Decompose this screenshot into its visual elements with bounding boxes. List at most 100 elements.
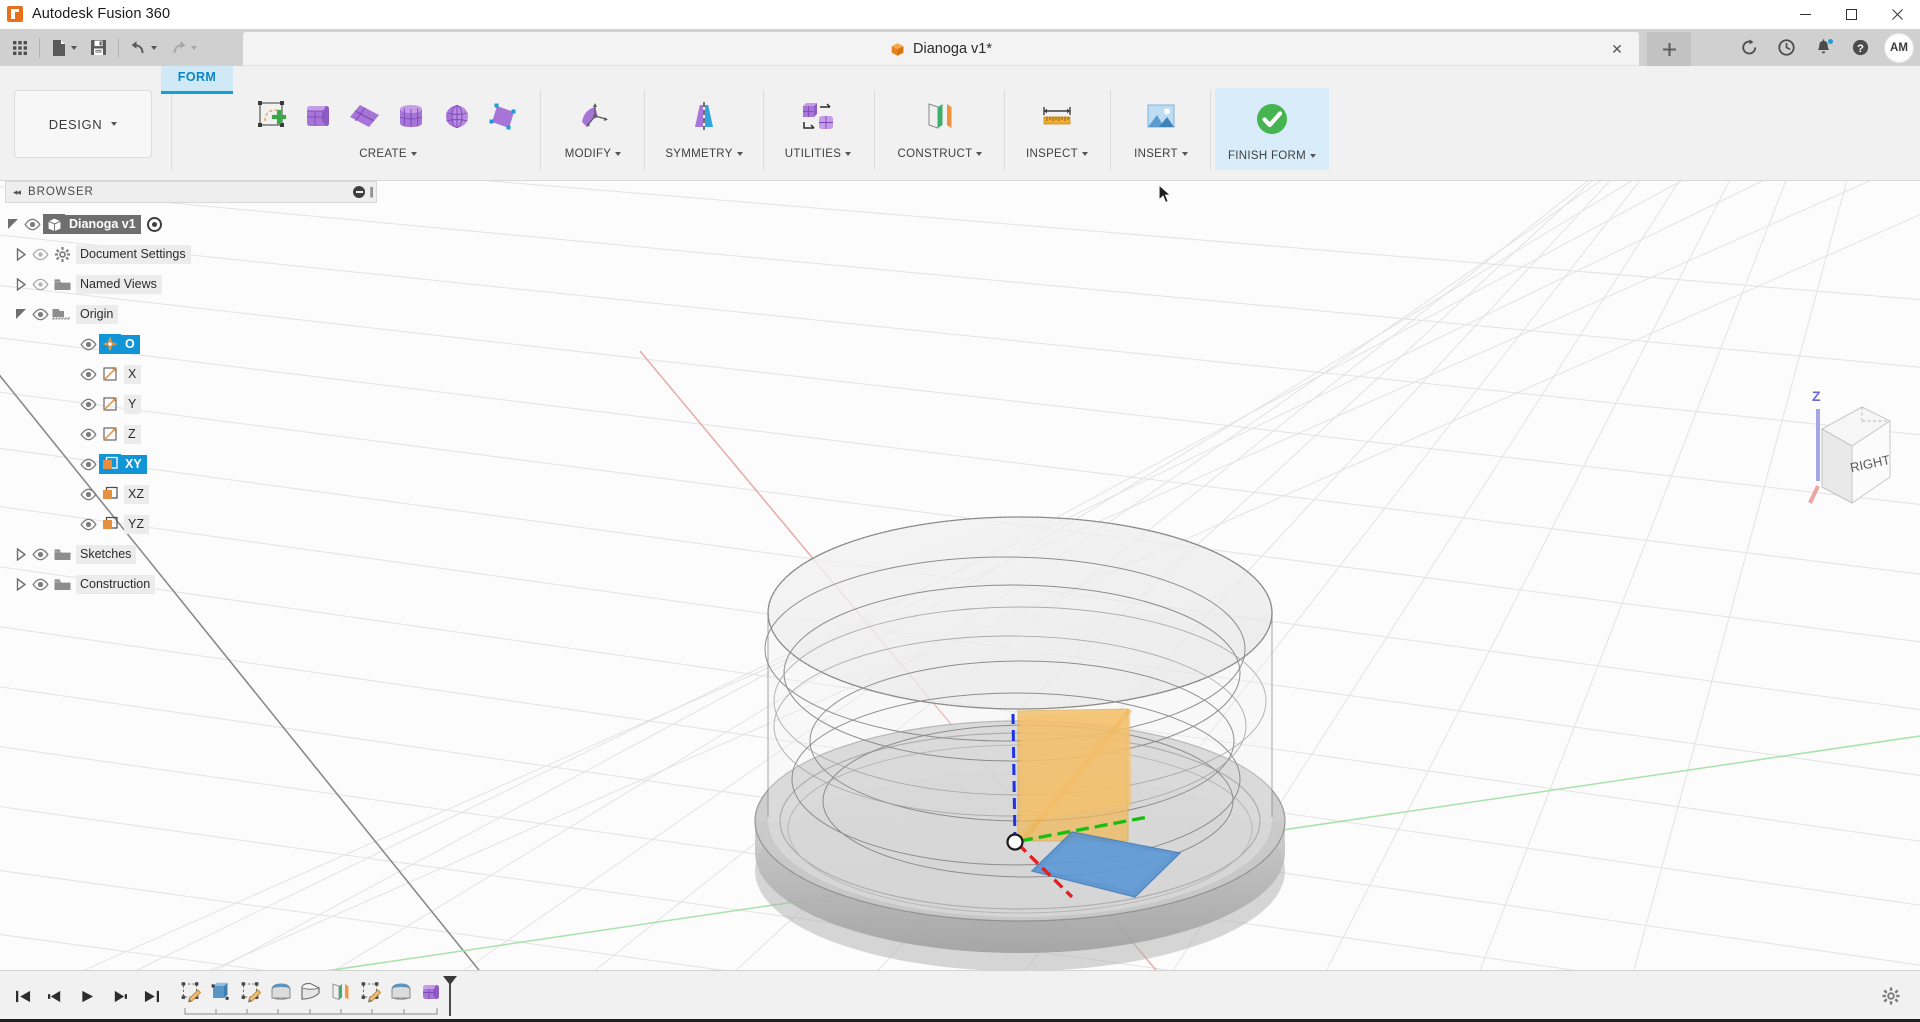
new-file-button[interactable] (45, 33, 82, 63)
origin-plane-xy[interactable]: XY (5, 449, 377, 479)
purple-cylinder-icon (399, 105, 423, 127)
cylinder-button[interactable] (389, 92, 433, 142)
visibility-toggle-eye-icon[interactable] (77, 514, 99, 534)
origin-axis-z[interactable]: Z (5, 419, 377, 449)
origin-axis-y[interactable]: Y (5, 389, 377, 419)
timeline-feature-shell-1[interactable] (296, 977, 326, 1007)
collapse-left-icon[interactable]: ◂◂ (10, 187, 21, 198)
origin-folder[interactable]: Origin (5, 299, 377, 329)
chevron-right-icon[interactable] (13, 246, 29, 262)
triangle-down-icon[interactable] (5, 216, 21, 232)
sketches-folder[interactable]: Sketches (5, 539, 377, 569)
visibility-toggle-eye-icon[interactable] (77, 484, 99, 504)
workspace-switcher[interactable]: DESIGN (14, 90, 152, 158)
axis-icon (103, 427, 117, 441)
app-grid-button[interactable] (6, 33, 34, 63)
visibility-toggle-eye-icon[interactable] (21, 214, 43, 234)
create-form-button[interactable] (251, 92, 295, 142)
ribbon-group-utilities: UTILITIES (765, 88, 871, 170)
document-settings[interactable]: Document Settings (5, 239, 377, 269)
origin-plane-yz[interactable]: YZ (5, 509, 377, 539)
sphere-button[interactable] (435, 92, 479, 142)
svg-text:?: ? (1857, 43, 1864, 55)
offset-plane-button[interactable] (918, 92, 962, 142)
timeline-step-forward-button[interactable] (104, 981, 134, 1011)
timeline-settings-button[interactable] (1880, 985, 1902, 1007)
triangle-down-icon[interactable] (13, 306, 29, 322)
maximize-button[interactable] (1828, 0, 1874, 29)
timeline-feature-sketch-1[interactable] (176, 977, 206, 1007)
redo-button[interactable] (164, 33, 202, 63)
timeline-play-button[interactable] (72, 981, 102, 1011)
timeline-jump-end-button[interactable] (136, 981, 166, 1011)
finish-form-button[interactable]: FINISH FORM (1215, 88, 1329, 170)
eye-icon (31, 578, 49, 590)
plane-button[interactable] (343, 92, 387, 142)
tab-form[interactable]: FORM (161, 66, 233, 91)
minimize-button[interactable] (1782, 0, 1828, 29)
axis-icon (99, 364, 121, 384)
measure-button[interactable] (1035, 92, 1079, 142)
construction-folder[interactable]: Construction (5, 569, 377, 599)
sketches-folder-label: Sketches (76, 544, 137, 564)
chevron-right-icon[interactable] (13, 276, 29, 292)
visibility-toggle-eye-icon[interactable] (77, 364, 99, 384)
save-button[interactable] (84, 33, 113, 63)
activate-component-radio[interactable] (146, 216, 162, 232)
tab-form-label: FORM (177, 70, 217, 84)
timeline-step-back-button[interactable] (40, 981, 70, 1011)
visibility-toggle-eye-icon[interactable] (29, 274, 51, 294)
origin-axis-x[interactable]: X (5, 359, 377, 389)
timeline-feature-extrude-1[interactable] (206, 977, 236, 1007)
chevron-right-icon[interactable] (13, 546, 29, 562)
circle-minus-icon[interactable] (353, 186, 366, 198)
timeline-feature-sketch-2[interactable] (236, 977, 266, 1007)
edit-form-button[interactable] (571, 92, 615, 142)
chevron-right-icon[interactable] (13, 576, 29, 592)
visibility-toggle-eye-icon[interactable] (77, 454, 99, 474)
visibility-toggle-eye-icon[interactable] (77, 334, 99, 354)
construct-plane-icon (329, 980, 353, 1004)
named-views[interactable]: Named Views (5, 269, 377, 299)
insert-canvas-button[interactable] (1139, 92, 1183, 142)
new-tab-button[interactable] (1647, 32, 1691, 66)
chevron-down-icon (1081, 152, 1088, 156)
timeline-jump-start-button[interactable] (8, 981, 38, 1011)
timeline-feature-sketch-3[interactable] (356, 977, 386, 1007)
share-button[interactable] (1731, 32, 1767, 64)
close-button[interactable] (1874, 0, 1920, 29)
quadball-button[interactable] (481, 92, 525, 142)
timeline-group-bracket (184, 1008, 438, 1015)
help-button[interactable]: ? (1842, 32, 1878, 64)
visibility-toggle-eye-icon[interactable] (29, 544, 51, 564)
timeline-end-marker[interactable] (443, 976, 457, 1016)
timeline-feature-fillet-1[interactable] (266, 977, 296, 1007)
visibility-toggle-eye-icon[interactable] (29, 574, 51, 594)
root-document[interactable]: Dianoga v1 (5, 209, 377, 239)
origin-plane-xz[interactable]: XZ (5, 479, 377, 509)
visibility-toggle-eye-icon[interactable] (29, 244, 51, 264)
construction-folder-label: Construction (76, 574, 156, 594)
close-document-button[interactable]: ✕ (1609, 41, 1625, 57)
mirror-internal-button[interactable] (682, 92, 726, 142)
viewport-canvas[interactable]: 50 0 (0, 181, 1920, 1022)
resize-grip-icon[interactable]: ||| (369, 186, 373, 198)
chevron-down-icon (976, 152, 983, 156)
eye-icon (79, 368, 97, 380)
box-button[interactable] (297, 92, 341, 142)
chevron-down-icon (615, 152, 622, 156)
user-avatar[interactable]: AM (1884, 32, 1914, 63)
undo-button[interactable] (124, 33, 162, 63)
timeline-feature-plane-1[interactable] (326, 977, 356, 1007)
timeline-feature-fillet-2[interactable] (386, 977, 416, 1007)
version-history-button[interactable] (1768, 32, 1804, 64)
visibility-toggle-eye-icon[interactable] (77, 424, 99, 444)
origin-axis-x-label: X (124, 364, 142, 384)
origin-point-o[interactable]: O (5, 329, 377, 359)
timeline-feature-form-1[interactable] (416, 977, 446, 1007)
document-tab[interactable]: Dianoga v1* ✕ (243, 32, 1639, 66)
visibility-toggle-eye-icon[interactable] (77, 394, 99, 414)
visibility-toggle-eye-icon[interactable] (29, 304, 51, 324)
notifications-button[interactable] (1805, 32, 1841, 64)
convert-button[interactable] (796, 92, 840, 142)
